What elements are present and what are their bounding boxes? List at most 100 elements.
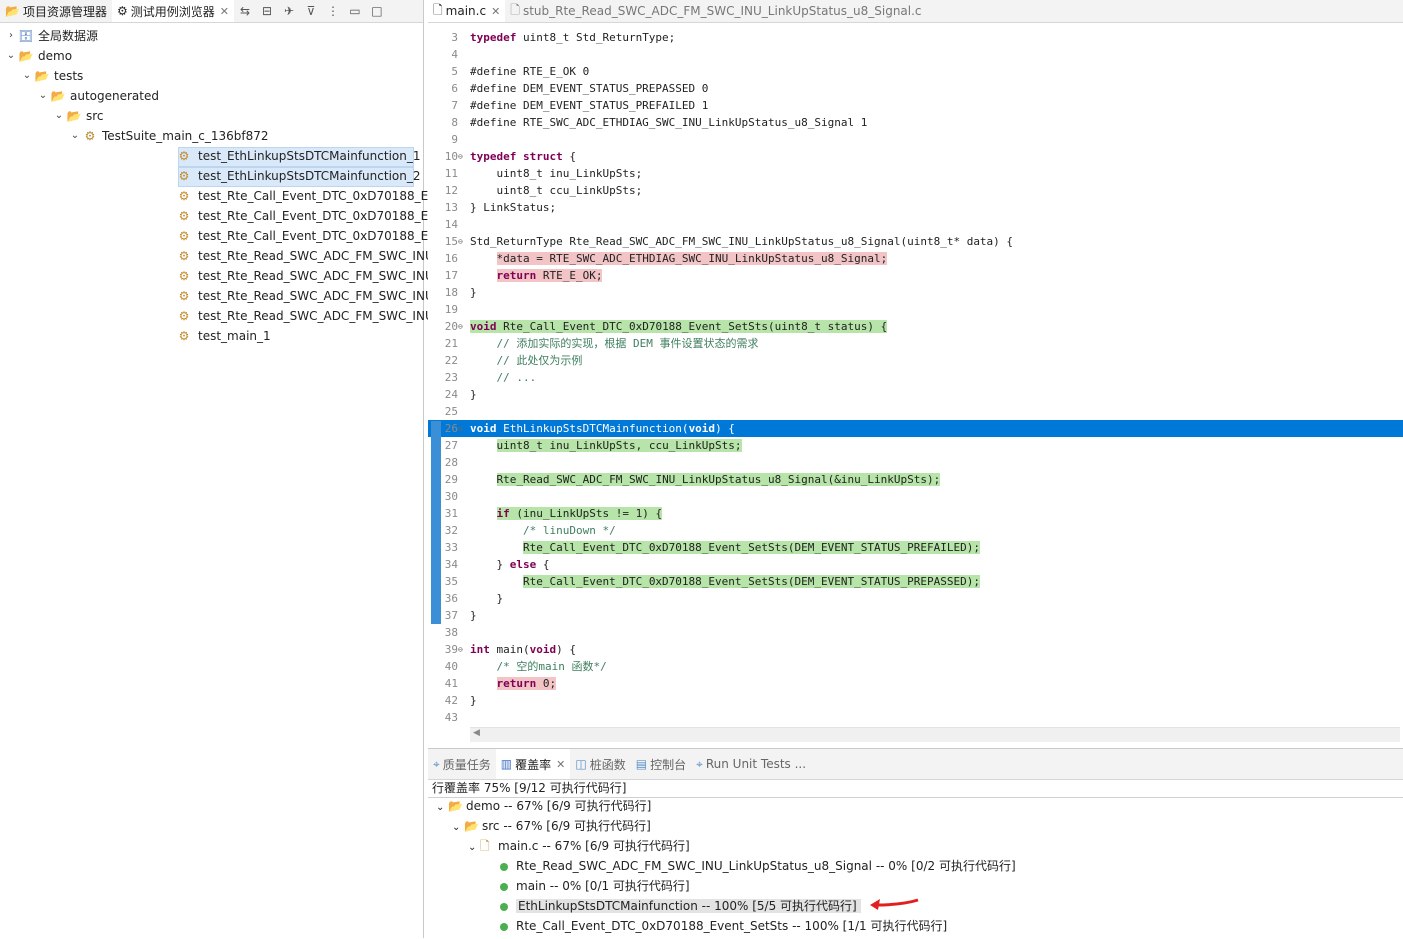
tree-item[interactable]: ⚙ test_main_1 <box>0 326 420 346</box>
chevron-down-icon[interactable]: ⌄ <box>436 798 448 818</box>
code-line[interactable]: 6 #define DEM_EVENT_STATUS_PREPASSED 0 <box>428 80 1403 97</box>
code-line[interactable]: 26 ⊖ void EthLinkupStsDTCMainfunction(void… <box>428 420 1403 437</box>
tab-testcase-browser[interactable]: ⚙ 测试用例浏览器 ✕ <box>111 0 234 22</box>
code-line[interactable]: 29 Rte_Read_SWC_ADC_FM_SWC_INU_LinkUpSta… <box>428 471 1403 488</box>
code-line[interactable]: 40 /* 空的main 函数*/ <box>428 658 1403 675</box>
chevron-down-icon[interactable]: ⌄ <box>54 106 64 126</box>
code-line[interactable]: 24} <box>428 386 1403 403</box>
tree-item[interactable]: ⌄ 📂 autogenerated <box>0 86 420 106</box>
tree-item[interactable]: ⌄ 📂 demo <box>0 46 420 66</box>
coverage-item[interactable]: Rte_Read_SWC_ADC_FM_SWC_INU_LinkUpStatus… <box>484 856 1016 876</box>
fold-toggle-icon[interactable]: ⊖ <box>458 148 468 165</box>
scroll-left-icon[interactable]: ◀ <box>473 728 480 738</box>
filter-icon[interactable]: ⊽ <box>300 4 322 18</box>
chevron-right-icon[interactable]: › <box>6 26 16 46</box>
code-line[interactable]: 7 #define DEM_EVENT_STATUS_PREFAILED 1 <box>428 97 1403 114</box>
code-line[interactable]: 20 ⊖ void Rte_Call_Event_DTC_0xD70188_Even… <box>428 318 1403 335</box>
tree-item[interactable]: ⚙ test_EthLinkupStsDTCMainfunction_2 <box>0 166 421 187</box>
tab-coverage[interactable]: ▥ 覆盖率 ✕ <box>495 749 571 779</box>
code-line[interactable]: 30 <box>428 488 1403 505</box>
code-line[interactable]: 25 <box>428 403 1403 420</box>
code-line[interactable]: 16 *data = RTE_SWC_ADC_ETHDIAG_SWC_INU_L… <box>428 250 1403 267</box>
code-line[interactable]: 32 /* linuDown */ <box>428 522 1403 539</box>
tree-item[interactable]: › 🗄 全局数据源 <box>0 26 420 46</box>
close-icon[interactable]: ✕ <box>556 758 565 771</box>
code-line[interactable]: 15 ⊖ Std_ReturnType Rte_Read_SWC_ADC_FM_SW… <box>428 233 1403 250</box>
chevron-down-icon[interactable]: ⌄ <box>452 818 464 838</box>
code-line[interactable]: 12 uint8_t ccu_LinkUpSts; <box>428 182 1403 199</box>
code-line[interactable]: 3 typedef uint8_t Std_ReturnType; <box>428 29 1403 46</box>
code-line[interactable]: 17 return RTE_E_OK; <box>428 267 1403 284</box>
tree-item[interactable]: ⚙ test_Rte_Call_Event_DTC_0xD70188_Event_… <box>0 206 513 226</box>
code-line[interactable]: 31 if (inu_LinkUpSts != 1) { <box>428 505 1403 522</box>
code-line[interactable]: 37} <box>428 607 1403 624</box>
view-menu-icon[interactable]: ⋮ <box>322 4 344 18</box>
code-line[interactable]: 18} <box>428 284 1403 301</box>
coverage-item[interactable]: main -- 0% [0/1 可执行代码行] <box>484 876 690 896</box>
code-line[interactable]: 9 <box>428 131 1403 148</box>
code-line[interactable]: 19 <box>428 301 1403 318</box>
chevron-down-icon[interactable]: ⌄ <box>6 46 16 66</box>
code-line[interactable]: 22 // 此处仅为示例 <box>428 352 1403 369</box>
horizontal-scrollbar[interactable]: ◀ <box>470 727 1400 742</box>
code-line[interactable]: 14 <box>428 216 1403 233</box>
link-icon[interactable]: ⇆ <box>234 4 256 18</box>
code-line[interactable]: 4 <box>428 46 1403 63</box>
minimize-icon[interactable]: ▭ <box>344 4 366 18</box>
tree-item[interactable]: ⚙ test_Rte_Read_SWC_ADC_FM_SWC_INU_LinkUp… <box>0 266 513 286</box>
coverage-item[interactable]: ⌄ 📂 demo -- 67% [6/9 可执行代码行] <box>436 796 651 816</box>
tab-stub-function[interactable]: ◫ 桩函数 <box>570 749 630 779</box>
code-line[interactable]: 39 ⊖ int main(void) { <box>428 641 1403 658</box>
tree-item[interactable]: ⚙ test_Rte_Read_SWC_ADC_FM_SWC_INU_LinkUp… <box>0 306 513 326</box>
tab-main-c[interactable]: 🗋 main.c ✕ <box>428 0 506 22</box>
tree-item[interactable]: ⚙ test_Rte_Call_Event_DTC_0xD70188_Event_… <box>0 226 513 246</box>
tab-project-explorer[interactable]: 📂 项目资源管理器 <box>0 0 112 22</box>
tree-item[interactable]: ⌄ ⚙ TestSuite_main_c_136bf872 <box>0 126 420 146</box>
code-line[interactable]: 33 Rte_Call_Event_DTC_0xD70188_Event_Set… <box>428 539 1403 556</box>
code-line[interactable]: 13} LinkStatus; <box>428 199 1403 216</box>
code-line[interactable]: 23 // ... <box>428 369 1403 386</box>
coverage-item[interactable]: ⌄ 🗋 main.c -- 67% [6/9 可执行代码行] <box>468 836 690 856</box>
code-line[interactable]: 10 ⊖ typedef struct { <box>428 148 1403 165</box>
close-icon[interactable]: ✕ <box>491 5 500 18</box>
coverage-item[interactable]: EthLinkupStsDTCMainfunction -- 100% [5/5… <box>484 896 861 916</box>
code-line[interactable]: 41 return 0; <box>428 675 1403 692</box>
tree-item[interactable]: ⚙ test_EthLinkupStsDTCMainfunction_1 <box>0 146 421 167</box>
code-line[interactable]: 11 uint8_t inu_LinkUpSts; <box>428 165 1403 182</box>
chevron-down-icon[interactable]: ⌄ <box>22 66 32 86</box>
chevron-down-icon[interactable]: ⌄ <box>38 86 48 106</box>
run-icon[interactable]: ✈ <box>278 4 300 18</box>
tree-item[interactable]: ⌄ 📂 tests <box>0 66 420 86</box>
code-line[interactable]: 42} <box>428 692 1403 709</box>
chevron-down-icon[interactable]: ⌄ <box>468 838 480 858</box>
tab-stub-file[interactable]: 🗋 stub_Rte_Read_SWC_ADC_FM_SWC_INU_LinkU… <box>505 0 926 22</box>
tree-item[interactable]: ⚙ test_Rte_Read_SWC_ADC_FM_SWC_INU_LinkUp… <box>0 286 513 306</box>
coverage-item[interactable]: Rte_Call_Event_DTC_0xD70188_Event_SetSts… <box>484 916 947 936</box>
tree-item[interactable]: ⚙ test_Rte_Call_Event_DTC_0xD70188_Event_… <box>0 186 513 206</box>
fold-toggle-icon[interactable]: ⊖ <box>458 420 468 437</box>
code-line[interactable]: 38 <box>428 624 1403 641</box>
tree-item[interactable]: ⌄ 📂 src <box>0 106 420 126</box>
tab-run-tests[interactable]: ⌖ Run Unit Tests ... <box>691 749 811 779</box>
code-line[interactable]: 36 } <box>428 590 1403 607</box>
code-line[interactable]: 28 <box>428 454 1403 471</box>
chevron-down-icon[interactable]: ⌄ <box>70 126 80 146</box>
code-line[interactable]: 5 #define RTE_E_OK 0 <box>428 63 1403 80</box>
code-line[interactable]: 21 // 添加实际的实现，根据 DEM 事件设置状态的需求 <box>428 335 1403 352</box>
fold-toggle-icon[interactable]: ⊖ <box>458 641 468 658</box>
code-area[interactable]: 3 typedef uint8_t Std_ReturnType; 4 5 #defin… <box>428 29 1403 726</box>
code-line[interactable]: 43 <box>428 709 1403 726</box>
code-line[interactable]: 34 } else { <box>428 556 1403 573</box>
tree-item[interactable]: ⚙ test_Rte_Read_SWC_ADC_FM_SWC_INU_LinkUp… <box>0 246 513 266</box>
collapse-all-icon[interactable]: ⊟ <box>256 4 278 18</box>
close-icon[interactable]: ✕ <box>220 5 229 18</box>
code-line[interactable]: 27 uint8_t inu_LinkUpSts, ccu_LinkUpSts; <box>428 437 1403 454</box>
fold-toggle-icon[interactable]: ⊖ <box>458 318 468 335</box>
coverage-item[interactable]: ⌄ 📂 src -- 67% [6/9 可执行代码行] <box>452 816 651 836</box>
tab-quality-task[interactable]: ⌖ 质量任务 <box>428 749 496 779</box>
fold-toggle-icon[interactable]: ⊖ <box>458 233 468 250</box>
code-line[interactable]: 35 Rte_Call_Event_DTC_0xD70188_Event_Set… <box>428 573 1403 590</box>
maximize-icon[interactable]: □ <box>366 4 388 18</box>
tab-console[interactable]: ▤ 控制台 <box>631 749 691 779</box>
code-line[interactable]: 8 #define RTE_SWC_ADC_ETHDIAG_SWC_INU_Lin… <box>428 114 1403 131</box>
